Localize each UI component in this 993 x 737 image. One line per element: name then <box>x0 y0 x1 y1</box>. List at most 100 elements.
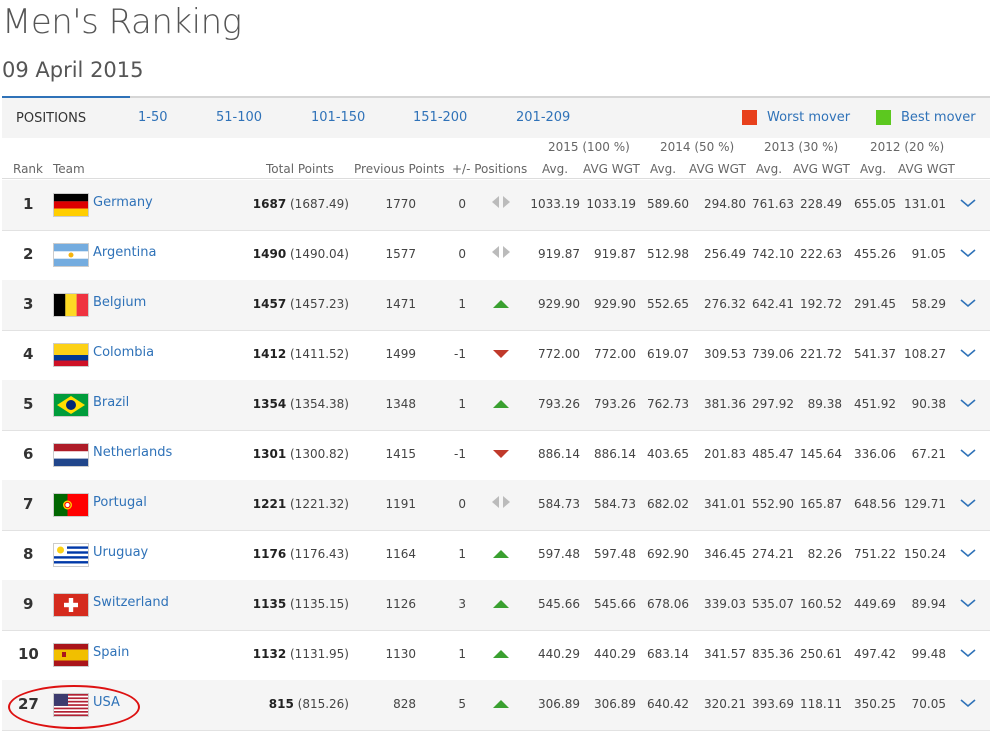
rank-cell: 8 <box>23 545 34 563</box>
total-points-exact: (1687.49) <box>290 197 349 211</box>
positions-delta-cell: 0 <box>458 497 466 511</box>
stat-value-cell: 350.25 <box>854 697 896 711</box>
table-row[interactable]: 4 Colombia 1412 (1411.52) 1499 -1 772.00 772.0… <box>2 330 990 381</box>
stat-value-cell: 250.61 <box>800 647 842 661</box>
chevron-down-icon[interactable] <box>960 493 976 508</box>
total-points-value: 1135 <box>252 597 287 611</box>
table-row[interactable]: 9 Switzerland 1135 (1135.15) 1126 3 545.66 545… <box>2 580 990 631</box>
stat-value-cell: 597.48 <box>538 547 580 561</box>
total-points-exact: (1131.95) <box>290 647 349 661</box>
stat-value-cell: 497.42 <box>854 647 896 661</box>
col-header-avgwgt-2014: AVG WGT <box>689 162 746 176</box>
total-points-value: 1412 <box>252 347 287 361</box>
team-link[interactable]: Argentina <box>93 245 156 260</box>
total-points-exact: (1490.04) <box>290 247 349 261</box>
stat-value-cell: 793.26 <box>594 397 636 411</box>
stat-value-cell: 165.87 <box>800 497 842 511</box>
team-link[interactable]: Germany <box>93 195 153 210</box>
stat-value-cell: 70.05 <box>911 697 946 711</box>
chevron-down-icon[interactable] <box>960 593 976 608</box>
total-points-value: 1221 <box>252 497 287 511</box>
positions-bar: POSITIONS 1-50 51-100 101-150 151-200 20… <box>2 96 990 138</box>
team-link[interactable]: Uruguay <box>93 545 148 560</box>
chevron-down-icon[interactable] <box>960 243 976 258</box>
stat-value-cell: 619.07 <box>647 347 689 361</box>
team-link[interactable]: Brazil <box>93 395 129 410</box>
stat-value-cell: 793.26 <box>538 397 580 411</box>
chevron-down-icon[interactable] <box>960 293 976 308</box>
stat-value-cell: 835.36 <box>752 647 794 661</box>
chevron-down-icon[interactable] <box>960 543 976 558</box>
stat-value-cell: 1033.19 <box>530 197 580 211</box>
team-link[interactable]: Spain <box>93 645 129 660</box>
chevron-down-icon[interactable] <box>960 693 976 708</box>
stat-value-cell: 276.32 <box>704 297 746 311</box>
chevron-down-icon[interactable] <box>960 643 976 658</box>
chevron-down-icon[interactable] <box>960 193 976 208</box>
col-header-team: Team <box>53 162 85 176</box>
table-row[interactable]: 1 Germany 1687 (1687.49) 1770 0 1033.19 1033.1… <box>2 180 990 231</box>
stat-value-cell: 742.10 <box>752 247 794 261</box>
stat-value-cell: 403.65 <box>647 447 689 461</box>
positions-delta-cell: -1 <box>454 447 466 461</box>
table-row[interactable]: 2 Argentina 1490 (1490.04) 1577 0 919.87 919.8… <box>2 230 990 281</box>
stat-value-cell: 192.72 <box>800 297 842 311</box>
total-points-value: 1490 <box>252 247 287 261</box>
year-header-2015: 2015 (100 %) <box>548 140 630 154</box>
team-link[interactable]: Netherlands <box>93 445 172 460</box>
stat-value-cell: 751.22 <box>854 547 896 561</box>
range-link-1-50[interactable]: 1-50 <box>138 110 168 125</box>
table-row[interactable]: 3 Belgium 1457 (1457.23) 1471 1 929.90 929.90 5… <box>2 280 990 331</box>
table-row[interactable]: 10 Spain 1132 (1131.95) 1130 1 440.29 440.29 68… <box>2 630 990 681</box>
total-points-value: 1132 <box>252 647 287 661</box>
table-row[interactable]: 8 Uruguay 1176 (1176.43) 1164 1 597.48 597.48 6… <box>2 530 990 581</box>
previous-points-cell: 828 <box>393 697 416 711</box>
stat-value-cell: 682.02 <box>647 497 689 511</box>
stat-value-cell: 129.71 <box>904 497 946 511</box>
stat-value-cell: 584.73 <box>594 497 636 511</box>
previous-points-cell: 1191 <box>385 497 416 511</box>
table-row[interactable]: 27 USA 815 (815.26) 828 5 306.89 306.89 640.42 3… <box>2 680 990 731</box>
total-points-cell: 1457 (1457.23) <box>253 297 349 311</box>
team-link[interactable]: Switzerland <box>93 595 169 610</box>
previous-points-cell: 1126 <box>385 597 416 611</box>
chevron-down-icon[interactable] <box>960 343 976 358</box>
worst-mover-swatch <box>742 110 757 125</box>
stat-value-cell: 89.94 <box>911 597 946 611</box>
range-link-101-150[interactable]: 101-150 <box>311 110 365 125</box>
previous-points-cell: 1770 <box>385 197 416 211</box>
stat-value-cell: 929.90 <box>594 297 636 311</box>
team-link[interactable]: Portugal <box>93 495 147 510</box>
stat-value-cell: 160.52 <box>800 597 842 611</box>
page-date: 09 April 2015 <box>2 58 144 82</box>
stat-value-cell: 82.26 <box>807 547 842 561</box>
best-mover-label: Best mover <box>901 110 976 125</box>
arrow-down-icon <box>493 350 509 358</box>
chevron-down-icon[interactable] <box>960 393 976 408</box>
stat-value-cell: 99.48 <box>911 647 946 661</box>
stat-value-cell: 545.66 <box>594 597 636 611</box>
col-header-avgwgt-2015: AVG WGT <box>583 162 640 176</box>
table-row[interactable]: 7 Portugal 1221 (1221.32) 1191 0 584.73 584.73… <box>2 480 990 531</box>
highlight-circle <box>8 685 140 729</box>
stat-value-cell: 535.07 <box>752 597 794 611</box>
stat-value-cell: 341.01 <box>704 497 746 511</box>
stat-value-cell: 1033.19 <box>586 197 636 211</box>
switzerland-flag <box>53 593 89 617</box>
chevron-down-icon[interactable] <box>960 443 976 458</box>
stat-value-cell: 306.89 <box>538 697 580 711</box>
range-link-151-200[interactable]: 151-200 <box>413 110 467 125</box>
table-row[interactable]: 5 Brazil 1354 (1354.38) 1348 1 793.26 793.26 76… <box>2 380 990 431</box>
stat-value-cell: 772.00 <box>594 347 636 361</box>
stat-value-cell: 150.24 <box>904 547 946 561</box>
unchanged-arrows-icon <box>492 496 510 508</box>
range-link-201-209[interactable]: 201-209 <box>516 110 570 125</box>
team-link[interactable]: Colombia <box>93 345 154 360</box>
col-header-avg-2014: Avg. <box>650 162 677 176</box>
table-row[interactable]: 6 Netherlands 1301 (1300.82) 1415 -1 886.14 88… <box>2 430 990 481</box>
total-points-cell: 1135 (1135.15) <box>253 597 349 611</box>
previous-points-cell: 1130 <box>385 647 416 661</box>
header-divider <box>2 178 990 179</box>
range-link-51-100[interactable]: 51-100 <box>216 110 262 125</box>
team-link[interactable]: Belgium <box>93 295 146 310</box>
